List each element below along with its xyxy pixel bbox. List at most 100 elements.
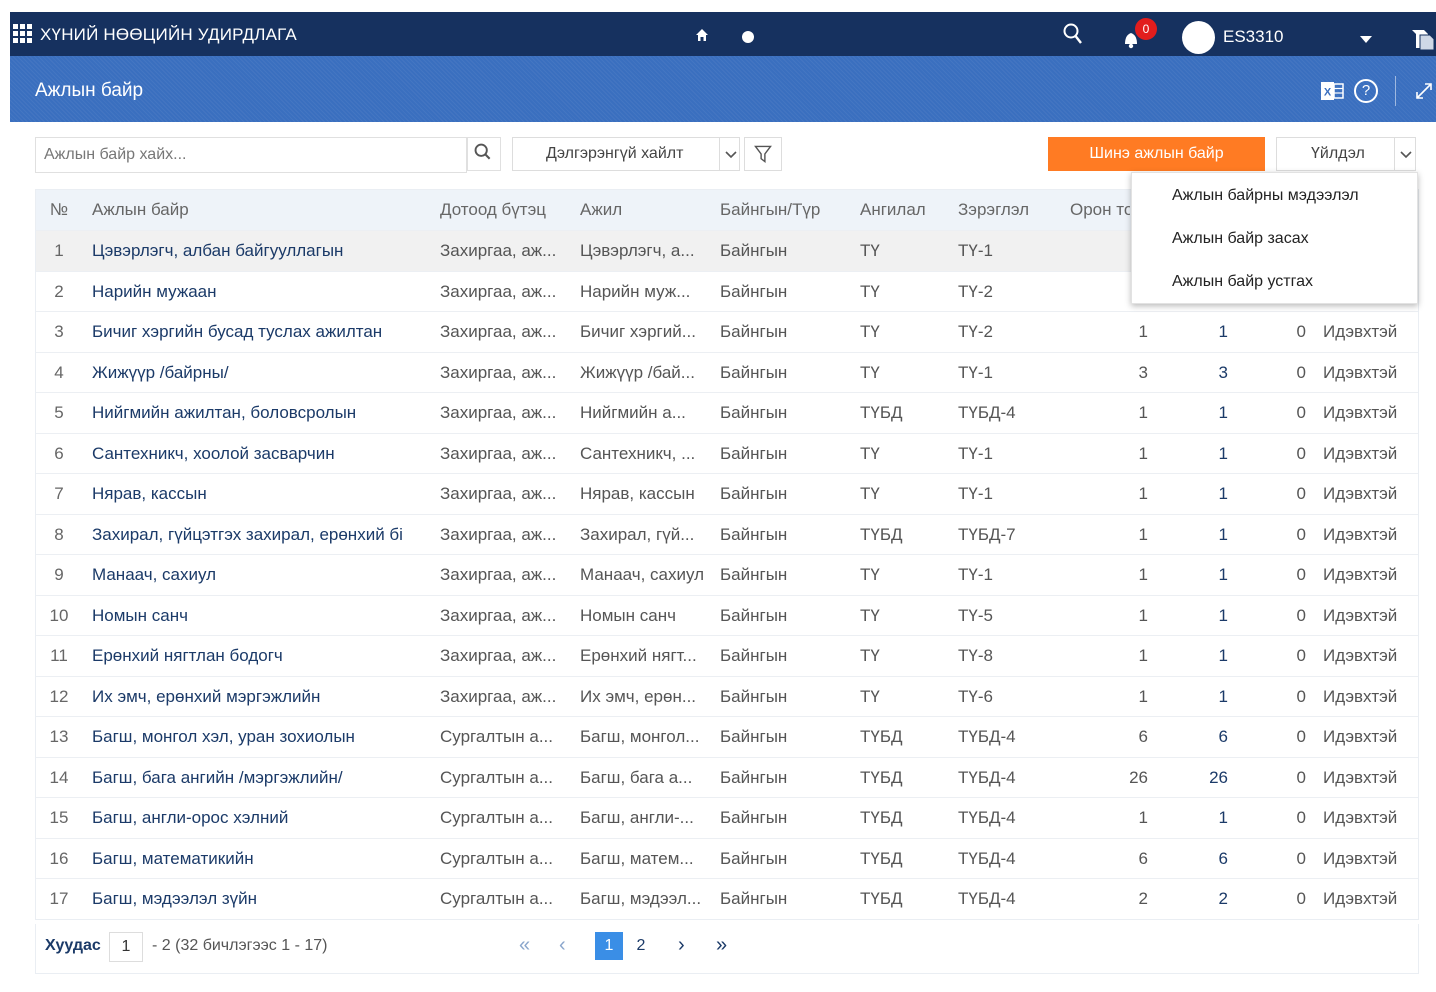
header-name[interactable]: Ажлын байр	[92, 200, 437, 220]
menu-item-info[interactable]: Ажлын байрны мэдээлэл	[1172, 187, 1359, 205]
row-status: Идэвхтэй	[1323, 605, 1398, 625]
layers-icon[interactable]	[1408, 26, 1436, 50]
last-page-button[interactable]: »	[716, 934, 727, 957]
row-type: Байнгын	[720, 322, 788, 341]
row-no: 13	[49, 727, 69, 746]
table-row[interactable]: 3 Бичиг хэргийн бусад туслах ажилтан Захир…	[36, 311, 1418, 352]
table-row[interactable]: 5 Нийгмийн ажилтан, боловсролын Захиргаа, …	[36, 392, 1418, 433]
search-button[interactable]	[467, 137, 501, 171]
row-job: Номын санч	[580, 605, 676, 625]
row-category: ТҮБД	[860, 848, 903, 868]
header-no[interactable]: №	[44, 200, 74, 220]
menu-item-edit[interactable]: Ажлын байр засах	[1172, 230, 1309, 248]
row-positions: 1	[1138, 524, 1148, 544]
filter-button[interactable]	[744, 137, 782, 171]
row-status: Идэвхтэй	[1323, 322, 1398, 341]
row-active: 6	[1218, 848, 1228, 868]
row-no: 4	[54, 362, 64, 382]
excel-icon[interactable]: X	[1320, 79, 1344, 103]
row-category: ТҮБД	[860, 727, 903, 746]
advanced-search-button[interactable]: Дэлгэрэнгүй хайлт	[512, 137, 740, 171]
search-field[interactable]	[35, 137, 467, 173]
new-job-position-button[interactable]: Шинэ ажлын байр	[1048, 137, 1265, 171]
row-grade: ТҮБД-4	[958, 889, 1016, 908]
menu-item-delete[interactable]: Ажлын байр устгах	[1172, 273, 1313, 291]
row-active: 2	[1218, 889, 1228, 908]
table-row[interactable]: 16 Багш, математикийн Сургалтын а... Багш, …	[36, 837, 1418, 879]
row-category: ТҮ	[860, 484, 880, 503]
table-row[interactable]: 11 Ерөнхий нягтлан бодогч Захиргаа, аж... Е…	[36, 635, 1418, 676]
header-positions[interactable]: Орон тоо	[1070, 200, 1130, 220]
row-grade: ТҮ-1	[958, 362, 993, 382]
row-no: 11	[50, 646, 68, 665]
first-page-button[interactable]: «	[519, 934, 530, 957]
header-grade[interactable]: Зэрэглэл	[958, 200, 1058, 220]
row-no: 3	[54, 322, 64, 341]
row-status: Идэвхтэй	[1323, 889, 1398, 908]
row-no: 17	[49, 889, 69, 908]
apps-grid-icon[interactable]	[13, 24, 33, 44]
table-body: 1 Цэвэрлэгч, албан байгууллагын Захиргаа, …	[36, 230, 1418, 919]
row-active: 26	[1209, 767, 1228, 787]
page-1-button[interactable]: 1	[595, 932, 623, 960]
help-icon[interactable]: ?	[1354, 79, 1378, 103]
header-unit[interactable]: Дотоод бүтэц	[440, 200, 572, 220]
row-unit: Захиргаа, аж...	[440, 322, 557, 341]
row-status: Идэвхтэй	[1323, 403, 1398, 422]
row-active: 1	[1218, 686, 1228, 706]
row-name: Захирал, гүйцэтгэх захирал, ерөнхий бі	[92, 524, 403, 544]
user-name[interactable]: ES3310	[1223, 27, 1284, 47]
expand-icon[interactable]	[1412, 79, 1436, 103]
row-positions: 1	[1138, 565, 1148, 584]
page-2-button[interactable]: 2	[629, 932, 653, 960]
row-grade: ТҮБД-7	[958, 524, 1016, 544]
table-row[interactable]: 4 Жижүүр /байрны/Захиргаа, аж... Жижүүр /б…	[36, 351, 1418, 393]
row-positions: 26	[1129, 767, 1148, 787]
row-grade: ТҮ-1	[958, 241, 993, 260]
advanced-search-dropdown[interactable]	[719, 138, 741, 170]
header-category[interactable]: Ангилал	[860, 200, 950, 220]
header-job[interactable]: Ажил	[580, 200, 710, 220]
table-row[interactable]: 14 Багш, бага ангийн /мэргэжлийн/Сургалты…	[36, 756, 1418, 798]
table-row[interactable]: 12 Их эмч, ерөнхий мэргэжлийн Захиргаа, аж…	[36, 675, 1418, 717]
row-job: Багш, англи-...	[580, 808, 694, 827]
row-active: 1	[1218, 808, 1228, 827]
table-row[interactable]: 7 Нярав, кассын Захиргаа, аж... Нярав, касс…	[36, 473, 1418, 514]
search-input[interactable]	[36, 138, 466, 172]
next-page-button[interactable]: ›	[678, 934, 685, 957]
row-unit: Захиргаа, аж...	[440, 524, 557, 544]
action-button[interactable]: Үйлдэл	[1276, 137, 1416, 171]
table-row[interactable]: 10 Номын санч Захиргаа, аж... Номын санч Бай…	[36, 594, 1418, 636]
chevron-down-icon[interactable]	[1360, 36, 1372, 43]
row-category: ТҮ	[860, 241, 880, 260]
row-category: ТҮ	[860, 605, 880, 625]
row-job: Бичиг хэргий...	[580, 322, 696, 341]
chevron-down-icon	[725, 151, 737, 159]
table-row[interactable]: 6 Сантехникч, хоолой засварчин Захиргаа, а…	[36, 432, 1418, 474]
table-row[interactable]: 15 Багш, англи-орос хэлний Сургалтын а... Б…	[36, 797, 1418, 838]
row-grade: ТҮБД-4	[958, 403, 1016, 422]
home-icon[interactable]	[695, 28, 709, 42]
page-number-input[interactable]: 1	[109, 932, 143, 962]
row-type: Байнгын	[720, 646, 788, 665]
action-button-label: Үйлдэл	[1311, 145, 1365, 162]
dot-icon[interactable]	[742, 31, 754, 43]
row-active: 1	[1218, 322, 1228, 341]
avatar[interactable]	[1182, 21, 1215, 54]
row-vacant: 0	[1296, 403, 1306, 422]
row-status: Идэвхтэй	[1323, 767, 1398, 787]
row-vacant: 0	[1296, 646, 1306, 665]
prev-page-button[interactable]: ‹	[559, 934, 566, 957]
row-active: 1	[1218, 565, 1228, 584]
advanced-search-label: Дэлгэрэнгүй хайлт	[546, 145, 684, 162]
search-icon[interactable]	[1061, 22, 1085, 46]
table-row[interactable]: 8 Захирал, гүйцэтгэх захирал, ерөнхий бі З…	[36, 513, 1418, 555]
row-vacant: 0	[1296, 443, 1306, 463]
table-row[interactable]: 9 Манаач, сахиул Захиргаа, аж... Манаач, са…	[36, 554, 1418, 595]
table-row[interactable]: 17 Багш, мэдээлэл зүйн Сургалтын а... Багш,…	[36, 878, 1418, 919]
header-type[interactable]: Байнгын/Түр	[720, 200, 850, 220]
row-category: ТҮ	[860, 565, 880, 584]
table-row[interactable]: 13 Багш, монгол хэл, уран зохиолын Сургалт…	[36, 716, 1418, 757]
row-active: 1	[1218, 484, 1228, 503]
action-dropdown[interactable]	[1394, 138, 1416, 170]
